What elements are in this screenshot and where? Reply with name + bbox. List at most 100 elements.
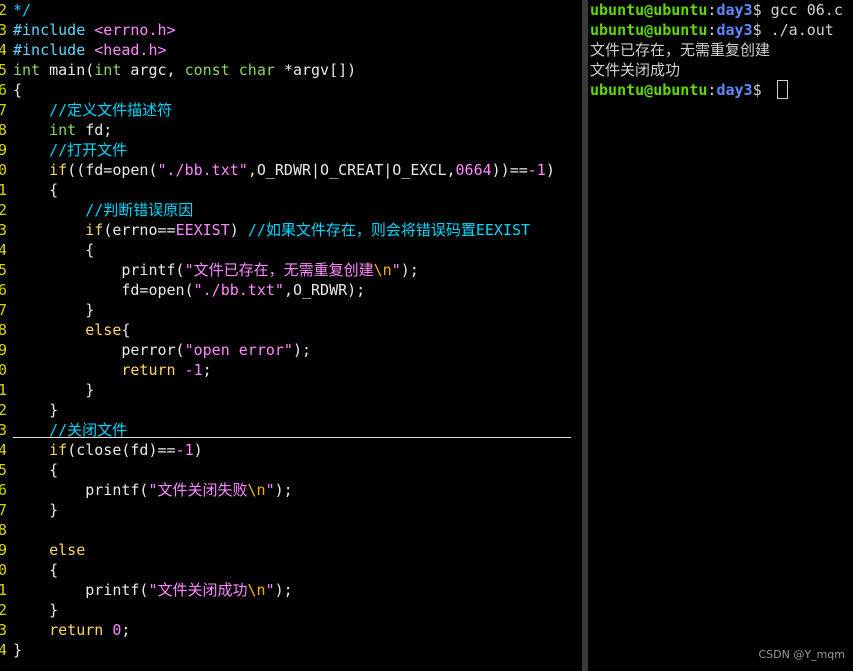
terminal-command: ./a.out bbox=[770, 21, 834, 39]
code-token: \n bbox=[247, 481, 266, 499]
code-text: fd=open("./bb.txt",O_RDWR); bbox=[13, 280, 365, 300]
code-token: { bbox=[13, 81, 23, 99]
code-text: { bbox=[13, 180, 58, 200]
code-text: { bbox=[13, 560, 58, 580]
cursor-line-underline bbox=[13, 437, 571, 438]
code-token: fd; bbox=[76, 121, 113, 139]
code-token: "./bb.txt" bbox=[193, 281, 284, 299]
line-number: 8 bbox=[0, 521, 8, 539]
code-token: "文件已存在，无需重复创建 bbox=[184, 261, 374, 279]
code-text: int fd; bbox=[13, 120, 112, 140]
code-token: ); bbox=[292, 341, 312, 359]
terminal-cursor[interactable] bbox=[776, 80, 788, 99]
code-text: #include <errno.h> bbox=[13, 20, 176, 40]
line-number: 4 bbox=[0, 41, 8, 59]
code-token: int bbox=[49, 121, 77, 139]
code-text: if((fd=open("./bb.txt",O_RDWR|O_CREAT|O_… bbox=[13, 160, 555, 180]
code-token: (errno== bbox=[103, 221, 176, 239]
code-token: if bbox=[49, 441, 68, 459]
prompt-end: $ bbox=[752, 21, 771, 39]
code-text: printf("文件关闭失败\n"); bbox=[13, 480, 292, 500]
code-token: //打开文件 bbox=[13, 141, 128, 159]
code-token: { bbox=[13, 561, 59, 579]
terminal-line: ubuntu@ubuntu:day3$ bbox=[590, 80, 788, 100]
code-token: "./bb.txt" bbox=[157, 161, 248, 179]
terminal-line: ubuntu@ubuntu:day3$ gcc 06.c bbox=[590, 0, 843, 20]
prompt-user: ubuntu@ubuntu bbox=[590, 81, 708, 99]
code-text: { bbox=[13, 80, 22, 100]
code-token: ) bbox=[229, 221, 248, 239]
line-number: 3 bbox=[0, 621, 8, 639]
line-number: 3 bbox=[0, 221, 8, 239]
code-token: ))== bbox=[491, 161, 528, 179]
code-text: else{ bbox=[13, 320, 130, 340]
prompt-end: $ bbox=[752, 81, 771, 99]
code-token: } bbox=[13, 381, 95, 399]
code-token: //判断错误原因 bbox=[13, 201, 194, 219]
code-text: } bbox=[13, 500, 58, 520]
code-text: printf("文件关闭成功\n"); bbox=[13, 580, 293, 600]
line-number: 0 bbox=[0, 161, 8, 179]
code-text: #include <head.h> bbox=[13, 40, 167, 60]
code-text: printf("文件已存在，无需重复创建\n"); bbox=[13, 260, 418, 280]
code-token: " bbox=[265, 581, 275, 599]
line-number: 7 bbox=[0, 301, 8, 319]
line-number: 4 bbox=[0, 441, 8, 459]
code-token: } bbox=[13, 401, 59, 419]
code-token: return bbox=[49, 621, 104, 639]
code-editor-pane[interactable]: 2 */ 3 #include <errno.h> 4 #include <head.h>… bbox=[0, 0, 582, 671]
prompt-user: ubuntu@ubuntu bbox=[590, 1, 708, 19]
code-token: //定义文件描述符 bbox=[13, 101, 173, 119]
terminal-pane[interactable]: ubuntu@ubuntu:day3$ gcc 06.c ubuntu@ubunt… bbox=[588, 0, 853, 671]
code-text: //判断错误原因 bbox=[13, 200, 193, 220]
code-text: //定义文件描述符 bbox=[13, 100, 172, 120]
code-token: } bbox=[13, 301, 95, 319]
prompt-end: $ bbox=[752, 1, 771, 19]
line-number: 3 bbox=[0, 21, 8, 39]
code-text: } bbox=[13, 600, 58, 620]
line-number: 6 bbox=[0, 481, 8, 499]
line-number: 2 bbox=[0, 601, 8, 619]
prompt-path: day3 bbox=[716, 1, 753, 19]
code-token: 0664 bbox=[455, 161, 492, 179]
code-token: else bbox=[49, 541, 86, 559]
watermark: CSDN @Y_mqm bbox=[758, 648, 846, 661]
terminal-line: ubuntu@ubuntu:day3$ ./a.out bbox=[590, 20, 834, 40]
code-token: const bbox=[184, 61, 230, 79]
line-number: 6 bbox=[0, 281, 8, 299]
code-text: } bbox=[13, 640, 22, 660]
terminal-output: 文件已存在，无需重复创建 bbox=[590, 41, 771, 59]
line-number: 8 bbox=[0, 321, 8, 339]
line-number: 5 bbox=[0, 461, 8, 479]
prompt-path: day3 bbox=[716, 21, 753, 39]
code-token: ); bbox=[274, 581, 293, 599]
terminal-line: 文件关闭成功 bbox=[590, 60, 680, 80]
code-text: } bbox=[13, 400, 58, 420]
line-number: 2 bbox=[0, 401, 8, 419]
code-token: } bbox=[13, 501, 59, 519]
line-number: 7 bbox=[0, 101, 8, 119]
code-token: fd=open( bbox=[13, 281, 194, 299]
code-text: if(errno==EEXIST) //如果文件存在，则会将错误码置EEXIST bbox=[13, 220, 530, 240]
code-token: <errno.h> bbox=[94, 21, 176, 39]
code-token: ; bbox=[202, 361, 212, 379]
line-number: 9 bbox=[0, 541, 8, 559]
code-token: { bbox=[13, 461, 59, 479]
code-token: #include bbox=[13, 41, 95, 59]
code-token: //如果文件存在，则会将错误码置EEXIST bbox=[247, 221, 531, 239]
code-token: int bbox=[13, 61, 41, 79]
code-token: -1 bbox=[175, 441, 194, 459]
code-token: main( bbox=[40, 61, 95, 79]
code-token: else bbox=[85, 321, 122, 339]
code-token: ) bbox=[193, 441, 203, 459]
code-token: char bbox=[238, 61, 275, 79]
line-number: 1 bbox=[0, 581, 8, 599]
code-token: if bbox=[49, 161, 68, 179]
